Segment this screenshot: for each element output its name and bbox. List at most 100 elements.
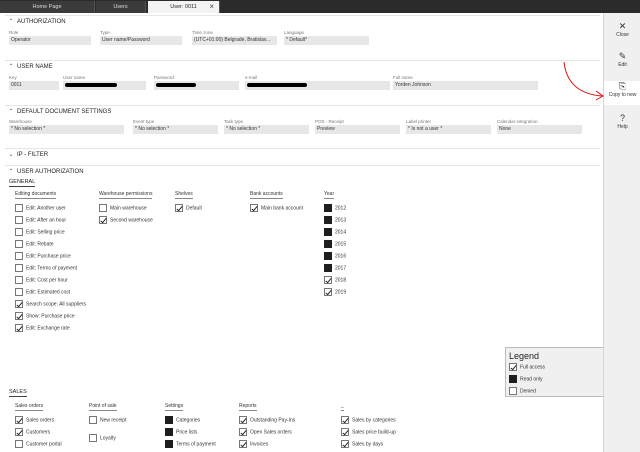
section-authorization[interactable]: ⌃ AUTHORIZATION (5, 15, 600, 27)
checkbox[interactable] (324, 264, 332, 272)
perm-year-2012[interactable]: 2012 (324, 204, 346, 214)
perm-new-receipt[interactable]: New receipt (89, 416, 126, 426)
perm-invoices[interactable]: Invoices (239, 440, 268, 450)
perm-sales-orders[interactable]: Sales orders (15, 416, 54, 426)
field-value[interactable]: * Is not a user * (406, 125, 491, 134)
checkbox[interactable] (239, 416, 247, 424)
task-type-field[interactable]: Task type * No selection * (224, 119, 309, 134)
perm-year-2015[interactable]: 2015 (324, 240, 346, 250)
section-user-name[interactable]: ⌃ USER NAME (5, 60, 600, 72)
field-value[interactable]: None (497, 125, 582, 134)
event-type-field[interactable]: Event type * No selection * (133, 119, 218, 134)
help-button[interactable]: ? Help (604, 113, 640, 137)
role-field[interactable]: Role Operator (9, 30, 91, 45)
perm-price-lists[interactable]: Price lists (165, 428, 197, 438)
field-value[interactable]: * No selection * (224, 125, 309, 134)
perm-year-2019[interactable]: 2019 (324, 288, 346, 298)
checkbox[interactable] (15, 440, 23, 448)
checkbox[interactable] (15, 228, 23, 236)
checkbox[interactable] (165, 428, 173, 436)
perm-edit-terms-payment[interactable]: Edit: Terms of payment (15, 264, 77, 274)
pos-receipt-field[interactable]: POS - Receipt Preview (315, 119, 400, 134)
perm-edit-selling-price[interactable]: Edit: Selling price (15, 228, 65, 238)
tab-users[interactable]: Users (96, 1, 146, 13)
edit-button[interactable]: ✎ Edit (604, 51, 640, 75)
perm-edit-estimated-cost[interactable]: Edit: Estimated cost (15, 288, 70, 298)
tab-user-0011[interactable]: User: 0011 × (148, 1, 220, 13)
checkbox[interactable] (99, 204, 107, 212)
close-button[interactable]: ✕ Close (604, 21, 640, 45)
checkbox[interactable] (15, 416, 23, 424)
perm-edit-after-hour[interactable]: Edit: After an hour (15, 216, 66, 226)
field-value[interactable]: * No selection * (133, 125, 218, 134)
perm-main-bank-account[interactable]: Main bank account (250, 204, 303, 214)
checkbox[interactable] (99, 216, 107, 224)
checkbox[interactable] (324, 288, 332, 296)
checkbox[interactable] (89, 434, 97, 442)
full-name-field[interactable]: Full name Yorden Johnson (393, 75, 538, 90)
checkbox[interactable] (324, 252, 332, 260)
perm-customer-portal[interactable]: Customer portal (15, 440, 62, 450)
field-value[interactable]: * Default* (284, 36, 369, 45)
checkbox[interactable] (15, 204, 23, 212)
checkbox[interactable] (341, 440, 349, 448)
user-name-field[interactable]: User name (63, 75, 146, 90)
perm-year-2018[interactable]: 2018 (324, 276, 346, 286)
checkbox[interactable] (250, 204, 258, 212)
perm-edit-another-user[interactable]: Edit: Another user (15, 204, 66, 214)
checkbox[interactable] (165, 416, 173, 424)
calendar-integration-field[interactable]: Calendar integration None (497, 119, 582, 134)
perm-year-2013[interactable]: 2013 (324, 216, 346, 226)
perm-sales-by-categories[interactable]: Sales by categories (341, 416, 396, 426)
tab-home-page[interactable]: Home Page (0, 1, 95, 13)
checkbox[interactable] (324, 216, 332, 224)
checkbox[interactable] (89, 416, 97, 424)
checkbox[interactable] (165, 440, 173, 448)
perm-edit-exchange-rate[interactable]: Edit: Exchange rate (15, 324, 70, 334)
perm-year-2017[interactable]: 2017 (324, 264, 346, 274)
perm-customers[interactable]: Customers (15, 428, 50, 438)
perm-year-2016[interactable]: 2016 (324, 252, 346, 262)
checkbox[interactable] (324, 228, 332, 236)
warehouse-field[interactable]: Warehouse * No selection * (9, 119, 124, 134)
close-tab-icon[interactable]: × (209, 1, 214, 13)
field-value[interactable]: (UTC+01:00) Belgrade, Bratislav... (192, 36, 277, 45)
checkbox[interactable] (15, 252, 23, 260)
perm-terms-of-payment[interactable]: Terms of payment (165, 440, 216, 450)
checkbox[interactable] (15, 324, 23, 332)
checkbox[interactable] (324, 204, 332, 212)
checkbox[interactable] (15, 428, 23, 436)
perm-edit-rebate[interactable]: Edit: Rebate (15, 240, 54, 250)
field-value-redacted[interactable] (63, 81, 146, 90)
checkbox[interactable] (239, 428, 247, 436)
email-field[interactable]: e-mail (245, 75, 390, 90)
language-field[interactable]: Language * Default* (284, 30, 369, 45)
checkbox[interactable] (15, 240, 23, 248)
perm-sales-by-days[interactable]: Sales by days (341, 440, 383, 450)
perm-edit-purchase-price[interactable]: Edit: Purchase price (15, 252, 71, 262)
perm-loyalty[interactable]: Loyalty (89, 434, 116, 444)
perm-search-all-suppliers[interactable]: Search scope: All suppliers (15, 300, 86, 310)
checkbox[interactable] (15, 300, 23, 308)
perm-main-warehouse[interactable]: Main warehouse (99, 204, 147, 214)
perm-open-sales-orders[interactable]: Open Sales orders (239, 428, 292, 438)
checkbox[interactable] (15, 276, 23, 284)
time-zone-field[interactable]: Time zone (UTC+01:00) Belgrade, Bratislav… (192, 30, 277, 45)
key-field[interactable]: Key 0011 (9, 75, 59, 90)
field-value-redacted[interactable] (154, 81, 239, 90)
checkbox[interactable] (341, 428, 349, 436)
checkbox[interactable] (15, 216, 23, 224)
label-printer-field[interactable]: Label printer * Is not a user * (406, 119, 491, 134)
section-default-document-settings[interactable]: ⌃ DEFAULT DOCUMENT SETTINGS (5, 105, 600, 117)
field-value-redacted[interactable] (245, 81, 390, 90)
field-value[interactable]: * No selection * (9, 125, 124, 134)
perm-year-2014[interactable]: 2014 (324, 228, 346, 238)
password-field[interactable]: Password (154, 75, 239, 90)
section-ip-filter[interactable]: ⌄ IP - FILTER (5, 148, 600, 160)
perm-outstanding-pay-ins[interactable]: Outstanding Pay-Ins (239, 416, 295, 426)
perm-second-warehouse[interactable]: Second warehouse (99, 216, 153, 226)
perm-edit-cost-per-hour[interactable]: Edit: Cost per hour (15, 276, 68, 286)
perm-categories[interactable]: Categories (165, 416, 200, 426)
field-value[interactable]: Yorden Johnson (393, 81, 538, 90)
checkbox[interactable] (239, 440, 247, 448)
